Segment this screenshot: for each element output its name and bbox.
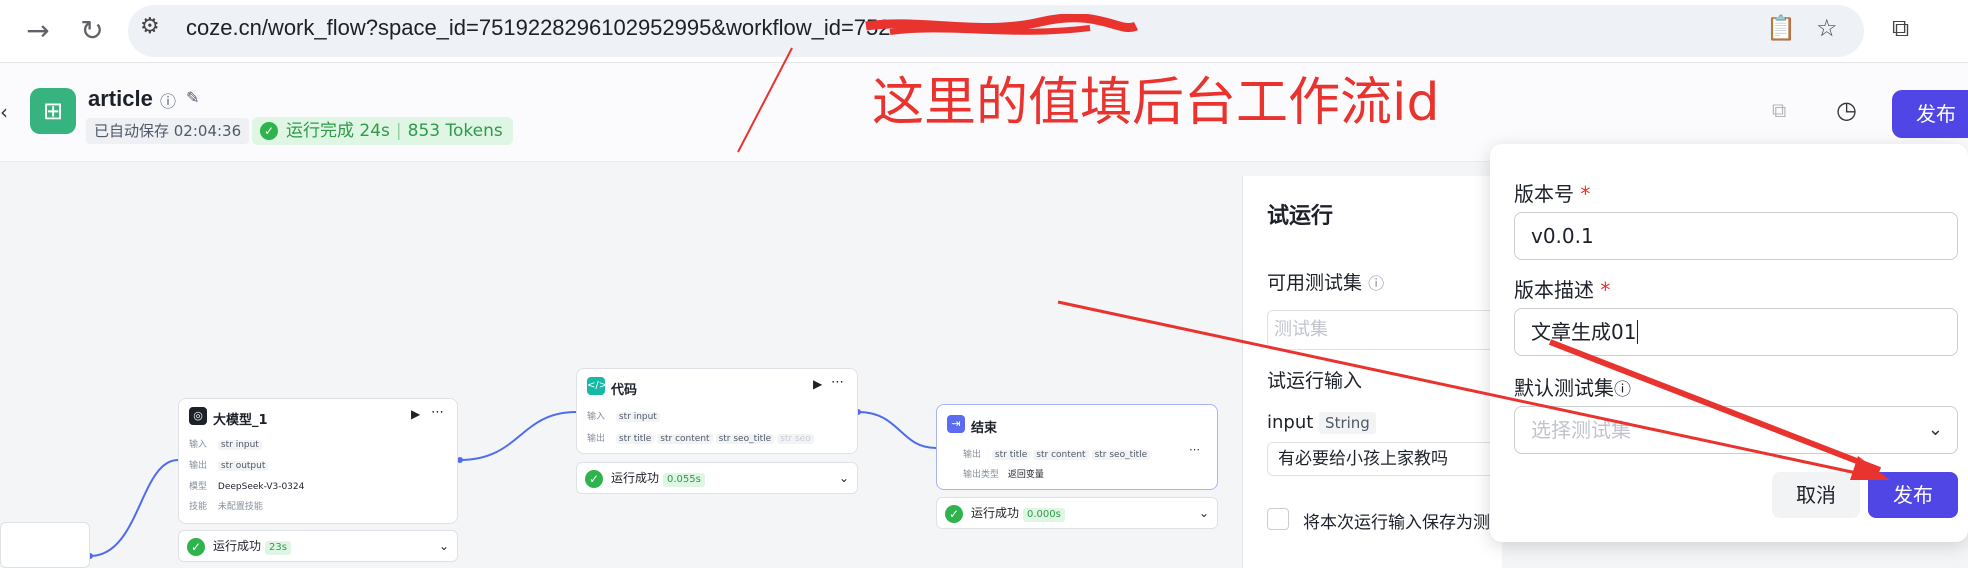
panel-title: 试运行 (1267, 204, 1334, 229)
annotation-text: 这里的值填后台工作流id (872, 73, 1440, 133)
type-value: 返回变量 (1007, 470, 1044, 480)
info-icon[interactable]: ⓘ (160, 88, 176, 112)
out-label: 输出 (963, 450, 982, 460)
back-icon[interactable]: ‹ (0, 100, 8, 124)
check-icon: ✓ (187, 537, 205, 556)
play-icon[interactable]: ▶ (813, 377, 822, 391)
model-value: DeepSeek-V3-0324 (217, 482, 305, 492)
autosave-status: 已自动保存 02:04:36 (86, 118, 250, 144)
publish-button-top[interactable]: 发布 (1892, 90, 1968, 138)
skill-value: 未配置技能 (217, 502, 263, 512)
run-status-badge: ✓ 运行完成 24s | 853 Tokens (252, 117, 513, 145)
param-tag: str title (615, 434, 655, 444)
param-tag: str seo_title (715, 434, 775, 444)
node-title: 结束 (971, 421, 998, 436)
exit-icon: ⇥ (947, 415, 965, 433)
chevron-down-icon: ⌄ (1927, 419, 1943, 440)
bookmark-star-icon[interactable]: ☆ (1816, 14, 1838, 42)
param-tag: str output (217, 461, 269, 471)
param-tag: str seo (777, 434, 814, 444)
code-run-status[interactable]: ✓ 运行成功 0.055s ⌄ (576, 462, 858, 494)
check-icon: ✓ (945, 504, 963, 523)
code-icon: </> (587, 377, 607, 395)
in-label: 输入 (189, 440, 208, 450)
extensions-icon[interactable]: ⧉ (1892, 14, 1909, 42)
model-label: 模型 (189, 482, 208, 492)
annotation-arrow (737, 47, 793, 153)
workflow-title: article (88, 86, 153, 111)
chevron-down-icon: ⌄ (438, 539, 449, 553)
reload-icon[interactable]: ↻ (72, 0, 112, 62)
out-label: 输出 (587, 434, 606, 444)
skill-label: 技能 (189, 502, 208, 512)
code-node[interactable]: </> 代码 ▶ ⋯ 输入 str input 输出 str title str … (576, 368, 858, 454)
save-input-label: 将本次运行输入保存为测 (1303, 513, 1490, 533)
redaction-scribble (865, 14, 1139, 35)
in-label: 输入 (587, 412, 606, 422)
more-icon[interactable]: ⋯ (831, 375, 844, 390)
more-icon[interactable]: ⋯ (431, 405, 444, 420)
copy-icon[interactable]: ⧉ (1772, 98, 1786, 122)
chevron-down-icon: ⌄ (838, 471, 849, 485)
end-run-status[interactable]: ✓ 运行成功 0.000s ⌄ (936, 497, 1218, 529)
workflow-logo-icon: ⊞ (30, 88, 76, 134)
url-text: coze.cn/work_flow?space_id=7519228296102… (186, 15, 891, 40)
param-tag: str content (657, 434, 713, 444)
param-tag: str title (991, 450, 1031, 460)
node-title: 大模型_1 (213, 413, 268, 428)
play-icon[interactable]: ▶ (411, 407, 420, 421)
site-settings-icon[interactable]: ⚙ (140, 14, 160, 39)
llm-run-status[interactable]: ✓ 运行成功 23s ⌄ (178, 530, 458, 562)
param-tag: str input (217, 440, 262, 450)
clipboard-icon[interactable]: 📋 (1766, 14, 1796, 42)
out-label: 输出 (189, 461, 208, 471)
start-node[interactable] (0, 522, 90, 568)
forward-icon[interactable]: → (18, 0, 58, 62)
param-tag: str input (615, 412, 660, 422)
edit-icon[interactable]: ✎ (186, 88, 199, 107)
llm-node[interactable]: ◎ 大模型_1 ▶ ⋯ 输入 str input 输出 str output 模… (178, 398, 458, 524)
check-icon: ✓ (585, 469, 603, 488)
type-label: 输出类型 (963, 470, 1000, 480)
check-icon: ✓ (260, 122, 278, 140)
node-title: 代码 (611, 383, 638, 398)
version-label: 版本号 * (1514, 182, 1591, 206)
version-input[interactable]: v0.0.1 (1514, 212, 1958, 260)
annotation-arrow-publish (1057, 300, 1890, 480)
history-icon[interactable]: ◷ (1836, 96, 1857, 124)
llm-icon: ◎ (189, 407, 207, 425)
save-input-checkbox[interactable] (1267, 508, 1289, 530)
chevron-down-icon: ⌄ (1198, 506, 1209, 520)
